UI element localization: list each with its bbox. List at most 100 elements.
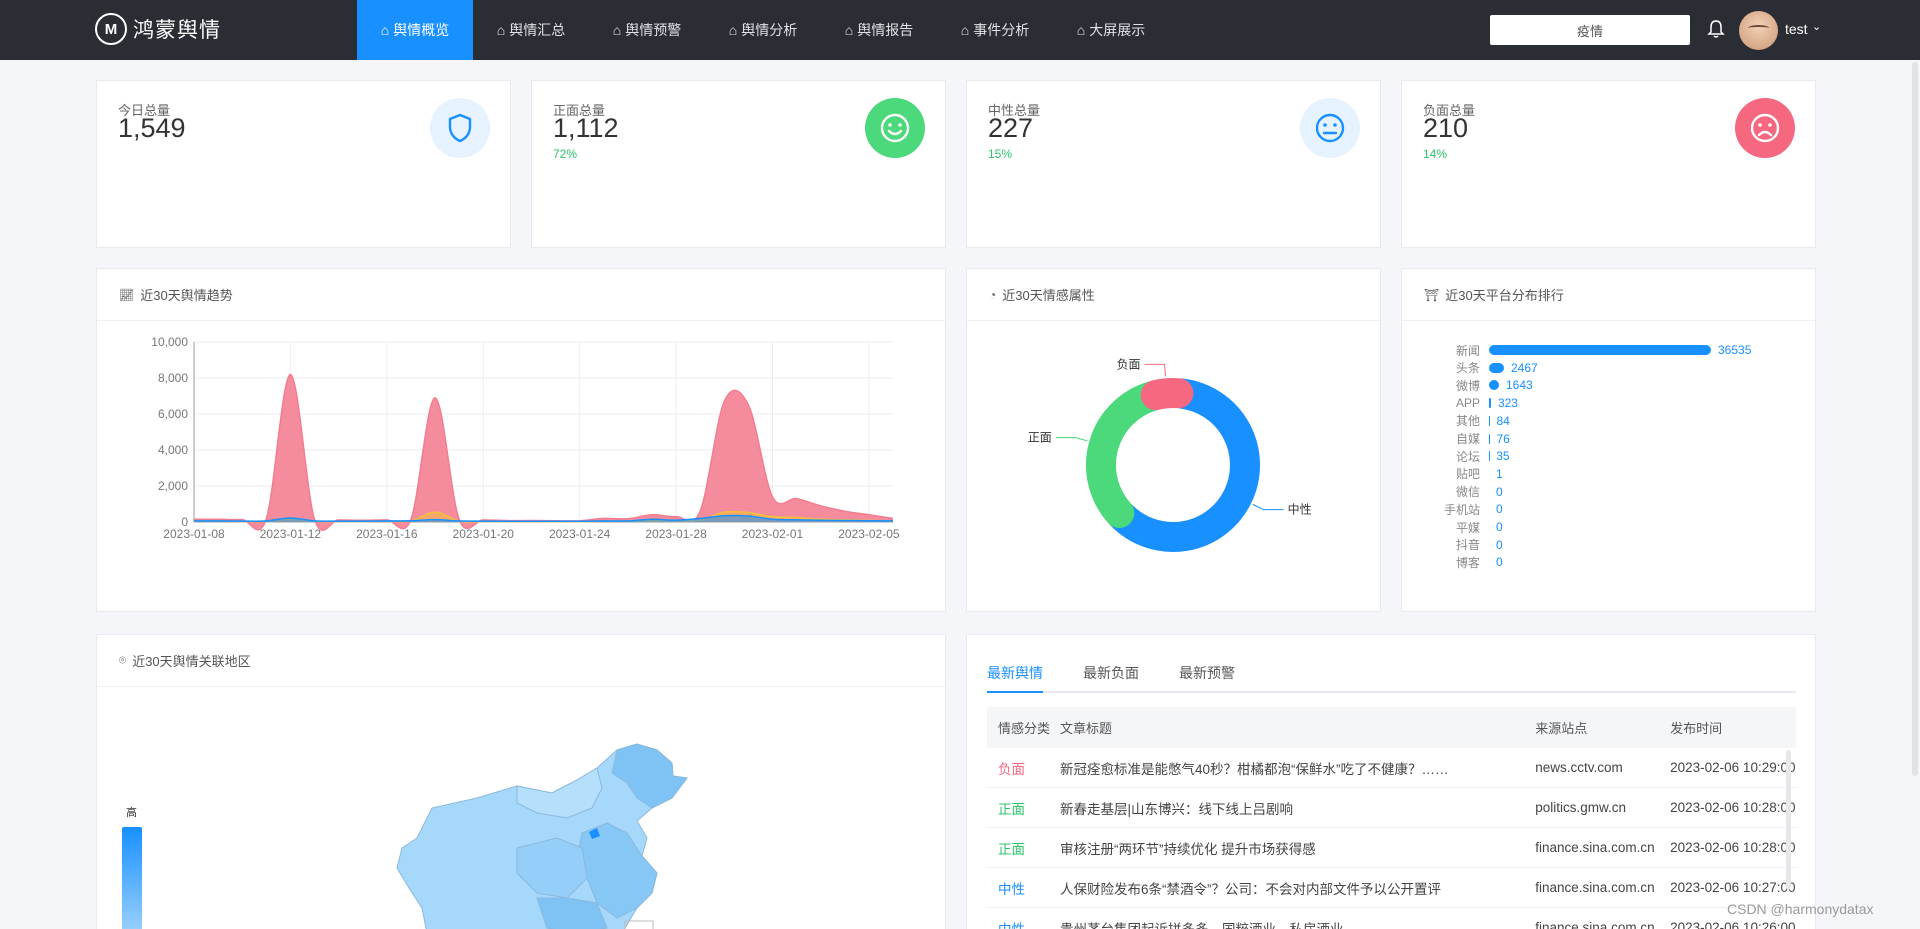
platform-value: 0 xyxy=(1496,502,1503,517)
platform-row[interactable]: 论坛 35 xyxy=(1402,448,1510,464)
platform-row[interactable]: 其他 84 xyxy=(1402,413,1510,429)
page-scrollbar[interactable] xyxy=(1912,62,1918,776)
tab-latest-negative[interactable]: 最新负面 xyxy=(1083,653,1139,691)
trend-panel: 📈︎ 近30天舆情趋势 0 2,000 4,000 6,000 8,000 10,000 2… xyxy=(96,268,946,612)
news-panel: 最新舆情 最新负面 最新预警 情感分类 文章标题 来源站点 发布时间 负面 新冠… xyxy=(966,634,1816,929)
stat-percent: 15% xyxy=(988,147,1013,161)
platform-value: 323 xyxy=(1497,396,1518,411)
watermark: CSDN @harmonydatax xyxy=(1727,901,1874,917)
map-icon: ⌾ xyxy=(119,653,127,667)
sentiment-cell: 中性 xyxy=(998,881,1025,897)
news-table: 情感分类 文章标题 来源站点 发布时间 负面 新冠痊愈标准是能憋气40秒？柑橘都… xyxy=(987,707,1796,929)
stat-card-negative: 负面总量 210 14% xyxy=(1401,80,1816,248)
donut-slice[interactable] xyxy=(1140,378,1194,411)
emotion-panel: ◔ 近30天情感属性 中性 正面 负面 xyxy=(966,268,1381,612)
region-map[interactable] xyxy=(97,688,945,929)
table-row[interactable]: 正面 审核注册“两环节”持续优化 提升市场获得感 finance.sina.co… xyxy=(987,828,1796,868)
table-scrollbar[interactable] xyxy=(1786,750,1791,890)
platform-row[interactable]: 自媒 76 xyxy=(1402,431,1510,447)
map-inset-box xyxy=(624,920,654,929)
nav-label: 舆情概览 xyxy=(393,22,450,38)
title-cell[interactable]: 新冠痊愈标准是能憋气40秒？柑橘都泡“保鲜水”吃了不健康？…… xyxy=(1060,758,1535,778)
column-header[interactable]: 来源站点 xyxy=(1535,718,1670,737)
title-cell[interactable]: 审核注册“两环节”持续优化 提升市场获得感 xyxy=(1060,838,1535,858)
y-tick-label: 8,000 xyxy=(158,371,188,385)
platform-value: 1643 xyxy=(1506,378,1533,393)
platform-row[interactable]: 贴吧 1 xyxy=(1402,466,1503,482)
bell-icon[interactable] xyxy=(1706,18,1726,40)
table-row[interactable]: 中性 人保财险发布6条“禁酒令”？公司：不会对内部文件予以公开置评 financ… xyxy=(987,868,1796,908)
x-tick-label: 2023-01-24 xyxy=(549,527,611,541)
map-region-south xyxy=(536,897,608,929)
nav-item-report[interactable]: ⌂ 舆情报告 xyxy=(821,0,937,60)
table-row[interactable]: 负面 新冠痊愈标准是能憋气40秒？柑橘都泡“保鲜水”吃了不健康？…… news.… xyxy=(987,748,1796,788)
panel-title: 近30天平台分布排行 xyxy=(1445,288,1564,303)
x-tick-label: 2023-01-28 xyxy=(645,527,707,541)
platform-name: 自媒 xyxy=(1455,432,1480,446)
emotion-donut-chart[interactable]: 中性 正面 负面 xyxy=(967,322,1380,612)
user-name[interactable]: test xyxy=(1785,21,1808,37)
platform-row[interactable]: APP 323 xyxy=(1402,395,1518,411)
time-cell: 2023-02-06 10:26:00 xyxy=(1670,920,1796,929)
nav-item-bigscreen[interactable]: ⌂ 大屏展示 xyxy=(1053,0,1169,60)
logo[interactable]: M 鸿蒙舆情 xyxy=(95,13,221,45)
platform-bar[interactable] xyxy=(1489,398,1491,409)
x-tick-label: 2023-02-05 xyxy=(838,527,900,541)
tab-latest-warning[interactable]: 最新预警 xyxy=(1179,653,1235,691)
top-navigation-bar: M 鸿蒙舆情 ⌂ 舆情概览 ⌂ 舆情汇总 ⌂ 舆情预警 ⌂ 舆情分析 ⌂ 舆情报告 ⌂ 事件… xyxy=(0,0,1920,60)
smile-icon xyxy=(865,98,925,158)
platform-value: 35 xyxy=(1496,449,1510,464)
column-header[interactable]: 文章标题 xyxy=(1060,718,1535,737)
table-row[interactable]: 正面 新春走基层|山东博兴：线下线上吕剧响 politics.gmw.cn 20… xyxy=(987,788,1796,828)
home-icon: ⌂ xyxy=(844,22,854,38)
sentiment-cell: 正面 xyxy=(998,841,1025,857)
platform-row[interactable]: 博客 0 xyxy=(1402,554,1503,570)
chevron-down-icon[interactable]: ⌄ xyxy=(1812,20,1821,33)
platform-name: 其他 xyxy=(1455,414,1480,429)
news-tabs: 最新舆情 最新负面 最新预警 xyxy=(987,653,1796,693)
title-cell[interactable]: 新春走基层|山东博兴：线下线上吕剧响 xyxy=(1060,798,1535,818)
platform-bar[interactable] xyxy=(1489,415,1490,426)
label-leader-line xyxy=(1055,437,1088,442)
home-icon: ⌂ xyxy=(728,22,738,38)
nav-item-summary[interactable]: ⌂ 舆情汇总 xyxy=(473,0,589,60)
neutral-face-icon xyxy=(1300,98,1360,158)
avatar[interactable] xyxy=(1739,11,1778,50)
platform-row[interactable]: 微信 0 xyxy=(1402,484,1503,500)
donut-slice[interactable] xyxy=(1086,381,1168,528)
table-row[interactable]: 中性 贵州茅台集团起诉拼多多、国粹酒业、私房酒业 finance.sina.co… xyxy=(987,908,1796,929)
platform-bar[interactable] xyxy=(1489,362,1504,373)
platform-value: 0 xyxy=(1496,555,1503,570)
column-header[interactable]: 情感分类 xyxy=(987,718,1060,737)
nav-item-analysis[interactable]: ⌂ 舆情分析 xyxy=(705,0,821,60)
source-cell: news.cctv.com xyxy=(1535,760,1623,775)
title-cell[interactable]: 人保财险发布6条“禁酒令”？公司：不会对内部文件予以公开置评 xyxy=(1060,878,1535,898)
column-header[interactable]: 发布时间 xyxy=(1670,718,1796,737)
platform-row[interactable]: 新闻 36535 xyxy=(1402,342,1751,358)
platform-row[interactable]: 手机站 0 xyxy=(1402,501,1503,517)
nav-item-event[interactable]: ⌂ 事件分析 xyxy=(937,0,1053,60)
title-cell[interactable]: 贵州茅台集团起诉拼多多、国粹酒业、私房酒业 xyxy=(1060,918,1535,929)
y-tick-label: 6,000 xyxy=(158,407,188,421)
platform-bar[interactable] xyxy=(1489,345,1711,355)
platform-row[interactable]: 微博 1643 xyxy=(1402,377,1533,393)
series-area[interactable] xyxy=(194,374,893,531)
stat-card-positive: 正面总量 1,112 72% xyxy=(531,80,946,248)
nav-item-overview[interactable]: ⌂ 舆情概览 xyxy=(357,0,473,60)
trend-chart[interactable]: 02,0004,0006,0008,00010,0002023-01-08 202… xyxy=(97,322,945,612)
sentiment-cell: 中性 xyxy=(998,921,1025,929)
sentiment-cell: 正面 xyxy=(998,801,1025,817)
slice-label: 中性 xyxy=(1288,502,1312,517)
avatar-face xyxy=(1748,25,1769,31)
platform-row[interactable]: 平媒 0 xyxy=(1402,519,1503,535)
platform-name: 贴吧 xyxy=(1455,467,1480,482)
source-cell: finance.sina.com.cn xyxy=(1535,880,1655,895)
platform-bar[interactable] xyxy=(1489,380,1499,391)
nav-item-warning[interactable]: ⌂ 舆情预警 xyxy=(589,0,705,60)
stat-card-total: 今日总量 1,549 xyxy=(96,80,511,248)
platform-row[interactable]: 头条 2467 xyxy=(1402,360,1538,376)
tab-latest[interactable]: 最新舆情 xyxy=(987,653,1043,693)
search-input[interactable] xyxy=(1490,15,1690,45)
y-tick-label: 10,000 xyxy=(151,335,188,349)
platform-row[interactable]: 抖音 0 xyxy=(1402,537,1503,553)
